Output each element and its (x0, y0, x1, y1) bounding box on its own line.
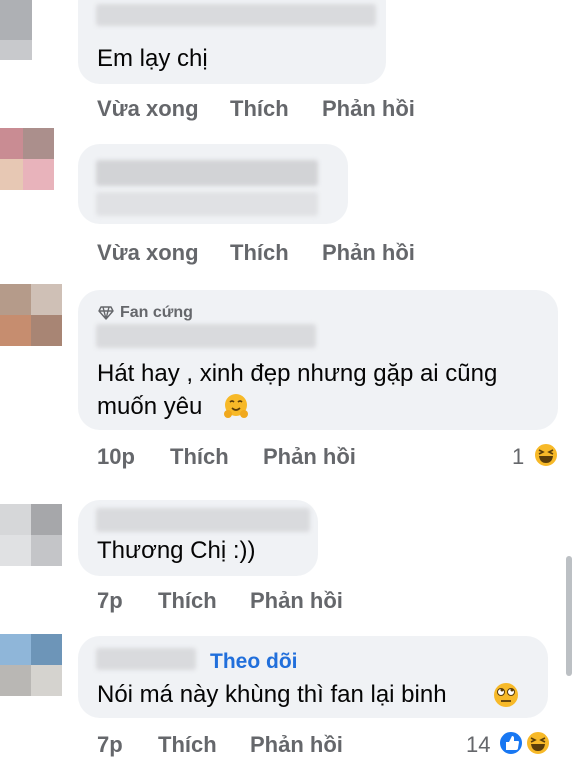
comment-text-line1: Hát hay , xinh đẹp nhưng gặp ai cũng (97, 360, 498, 387)
blurred-comment (96, 192, 318, 216)
like-button[interactable]: Thích (170, 444, 229, 470)
follow-link[interactable]: Theo dõi (210, 650, 298, 674)
comment-time[interactable]: 7p (97, 588, 123, 614)
avatar[interactable] (0, 504, 62, 566)
comment-text: Em lạy chị (97, 45, 208, 72)
reply-button[interactable]: Phản hồi (322, 96, 415, 122)
comment-time[interactable]: 7p (97, 732, 123, 758)
like-button[interactable]: Thích (230, 96, 289, 122)
comment-text: Nói má này khùng thì fan lại binh (97, 681, 447, 708)
reaction-count[interactable]: 14 (466, 732, 490, 758)
haha-icon[interactable] (532, 441, 560, 469)
comment-time[interactable]: Vừa xong (97, 240, 199, 266)
avatar[interactable] (0, 0, 32, 60)
scrollbar[interactable] (566, 556, 572, 676)
comment-text: Thương Chị :)) (97, 537, 256, 564)
like-button[interactable]: Thích (158, 588, 217, 614)
avatar[interactable] (0, 128, 54, 190)
blurred-username (96, 508, 310, 532)
reaction-count[interactable]: 1 (512, 444, 524, 470)
comment-time[interactable]: 10p (97, 444, 135, 470)
blurred-username (96, 4, 376, 26)
comment-text-line2: muốn yêu (97, 393, 203, 420)
blurred-username (96, 324, 316, 348)
like-button[interactable]: Thích (158, 732, 217, 758)
reply-button[interactable]: Phản hồi (250, 588, 343, 614)
like-button[interactable]: Thích (230, 240, 289, 266)
eye-roll-icon (494, 683, 518, 707)
hug-icon (224, 394, 248, 418)
blurred-username (96, 160, 318, 186)
avatar[interactable] (0, 634, 62, 696)
avatar[interactable] (0, 284, 62, 346)
diamond-icon (98, 306, 114, 320)
fan-badge: Fan cứng (98, 304, 193, 322)
blurred-username (96, 648, 196, 670)
reply-button[interactable]: Phản hồi (250, 732, 343, 758)
fan-badge-label: Fan cứng (120, 304, 193, 321)
comment-time[interactable]: Vừa xong (97, 96, 199, 122)
reply-button[interactable]: Phản hồi (322, 240, 415, 266)
reply-button[interactable]: Phản hồi (263, 444, 356, 470)
like-icon[interactable] (497, 729, 525, 757)
haha-icon[interactable] (524, 729, 552, 757)
